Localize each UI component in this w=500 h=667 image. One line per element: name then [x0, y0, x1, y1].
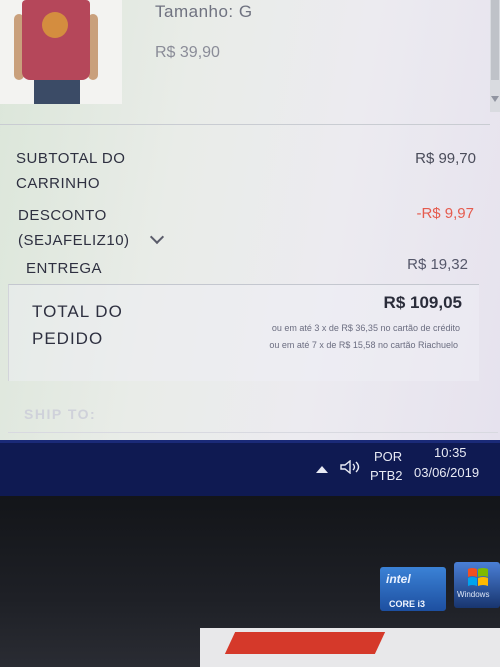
- intel-logo: intel: [386, 572, 411, 586]
- subtotal-value: R$ 99,70: [415, 150, 476, 167]
- desk-object: [224, 632, 386, 654]
- divider: [0, 124, 490, 125]
- scrollbar-thumb[interactable]: [491, 0, 499, 80]
- order-total-value: R$ 109,05: [383, 293, 462, 312]
- input-language[interactable]: POR: [374, 449, 402, 464]
- discount-code-toggle[interactable]: (SEJAFELIZ10): [18, 228, 130, 253]
- windows-flag-icon: [468, 568, 488, 586]
- windows-label: Windows: [457, 590, 490, 599]
- installment-credit: ou em até 3 x de R$ 36,35 no cartão de c…: [271, 323, 460, 333]
- intel-model: CORE i3: [389, 599, 426, 609]
- scroll-down-icon[interactable]: [491, 96, 499, 102]
- shirt-print: [42, 12, 68, 38]
- show-hidden-icons-icon[interactable]: [316, 466, 328, 473]
- keyboard-layout[interactable]: PTB2: [370, 468, 403, 483]
- discount-label: DESCONTO: [18, 207, 107, 224]
- shipping-value: R$ 19,32: [407, 256, 468, 273]
- product-price: R$ 39,90: [155, 44, 220, 61]
- speaker-icon[interactable]: [340, 460, 362, 474]
- installment-riachuelo: ou em até 7 x de R$ 15,58 no cartão Riac…: [269, 340, 458, 350]
- shipping-label: ENTREGA: [26, 260, 103, 277]
- subtotal-label: SUBTOTAL DO CARRINHO: [16, 150, 126, 192]
- product-image[interactable]: [0, 0, 122, 104]
- chevron-down-icon[interactable]: [149, 229, 165, 245]
- clock-date[interactable]: 03/06/2019: [414, 465, 479, 480]
- divider: [8, 432, 498, 433]
- product-size: Tamanho: G: [155, 2, 253, 21]
- model-pants: [34, 80, 80, 104]
- clock-time[interactable]: 10:35: [434, 445, 467, 460]
- order-total-label: TOTAL DO PEDIDO: [32, 302, 123, 348]
- ship-to-heading: SHIP TO:: [24, 406, 97, 422]
- browser-viewport: Tamanho: G R$ 39,90 SUBTOTAL DO CARRINHO…: [0, 0, 500, 458]
- discount-value: -R$ 9,97: [416, 205, 474, 222]
